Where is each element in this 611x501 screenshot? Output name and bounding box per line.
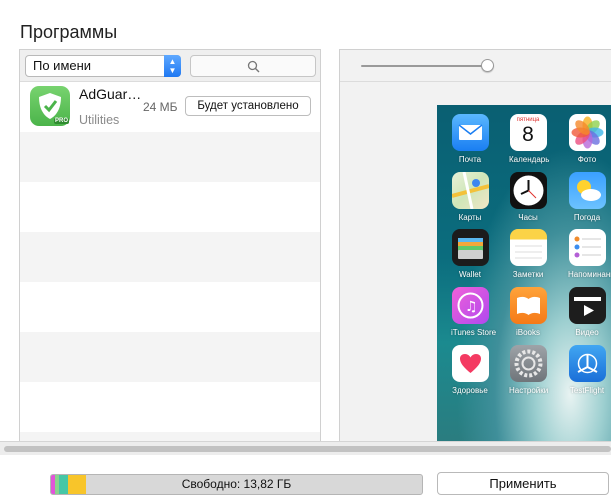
app-size: 24 МБ xyxy=(143,100,178,114)
home-screen-preview-panel: Почта пятница 8 Календарь Фото Карты Час… xyxy=(339,49,611,441)
svg-text:♫: ♫ xyxy=(465,299,478,315)
home-app-notes[interactable]: Заметки xyxy=(509,229,547,279)
weather-icon xyxy=(568,172,606,209)
home-app-label: Погода xyxy=(573,213,601,222)
home-app-label: TestFlight xyxy=(569,386,605,395)
search-icon xyxy=(247,60,260,73)
home-app-label: Настройки xyxy=(509,386,549,395)
ibooks-icon xyxy=(509,287,547,324)
preview-toolbar xyxy=(340,50,611,82)
reminders-icon xyxy=(568,229,606,266)
list-row xyxy=(20,432,320,441)
health-icon xyxy=(451,345,489,382)
itunes-icon: ♫ xyxy=(451,287,489,324)
install-status-button[interactable]: Будет установлено xyxy=(185,96,311,116)
clock-icon xyxy=(509,172,547,209)
apps-toolbar: По имени ▲ ▼ xyxy=(20,50,320,82)
up-down-arrows-icon: ▲ ▼ xyxy=(164,55,181,77)
home-app-ibooks[interactable]: iBooks xyxy=(509,287,547,337)
wallet-icon xyxy=(451,229,489,266)
horizontal-scrollbar[interactable] xyxy=(0,441,611,455)
home-app-label: Календарь xyxy=(509,155,550,164)
storage-usage-bar: Свободно: 13,82 ГБ xyxy=(50,474,423,495)
home-app-maps[interactable]: Карты xyxy=(451,172,489,222)
zoom-slider-track[interactable] xyxy=(361,65,494,67)
home-app-label: Здоровье xyxy=(452,386,488,395)
video-icon xyxy=(568,287,606,324)
calendar-icon: пятница 8 xyxy=(509,114,547,151)
home-app-label: Фото xyxy=(577,155,597,164)
list-row xyxy=(20,382,320,432)
home-app-wallet[interactable]: Wallet xyxy=(451,229,489,279)
adguard-shield-icon: PRO xyxy=(30,86,70,126)
scrollbar-thumb[interactable] xyxy=(4,446,611,452)
sort-select-value: По имени xyxy=(33,58,92,73)
home-app-health[interactable]: Здоровье xyxy=(451,345,489,395)
home-app-label: Часы xyxy=(518,213,538,222)
calendar-day: 8 xyxy=(522,123,534,146)
home-app-photos[interactable]: Фото xyxy=(568,114,606,164)
list-row xyxy=(20,132,320,182)
maps-icon xyxy=(451,172,489,209)
home-app-label: iTunes Store xyxy=(451,328,497,337)
home-app-weather[interactable]: Погода xyxy=(568,172,606,222)
list-row xyxy=(20,332,320,382)
list-row xyxy=(20,232,320,282)
home-app-settings[interactable]: Настройки xyxy=(509,345,549,395)
page-title: Программы xyxy=(20,22,118,42)
storage-free-label: Свободно: 13,82 ГБ xyxy=(181,477,292,491)
home-app-calendar[interactable]: пятница 8 Календарь xyxy=(509,114,550,164)
testflight-icon xyxy=(568,345,606,382)
app-row-adguard[interactable]: PRO AdGuar… Utilities 24 МБ Будет устано… xyxy=(20,82,320,132)
sort-select[interactable]: По имени ▲ ▼ xyxy=(25,55,181,77)
home-app-reminders[interactable]: Напоминания xyxy=(568,229,611,279)
list-row xyxy=(20,282,320,332)
home-app-testflight[interactable]: TestFlight xyxy=(568,345,606,395)
home-app-label: Wallet xyxy=(459,270,481,279)
home-app-itunes[interactable]: ♫ iTunes Store xyxy=(451,287,497,337)
home-app-label: Напоминания xyxy=(568,270,611,279)
app-name: AdGuar… xyxy=(79,86,142,102)
home-app-video[interactable]: Видео xyxy=(568,287,606,337)
home-app-label: Почта xyxy=(458,155,482,164)
home-app-label: Видео xyxy=(575,328,599,337)
app-category: Utilities xyxy=(79,113,120,127)
home-app-label: iBooks xyxy=(515,328,540,337)
zoom-slider-thumb[interactable] xyxy=(481,59,494,72)
apply-button[interactable]: Применить xyxy=(437,472,609,495)
mail-icon xyxy=(451,114,489,151)
phone-home-screen: Почта пятница 8 Календарь Фото Карты Час… xyxy=(437,105,611,441)
home-app-mail[interactable]: Почта xyxy=(451,114,489,164)
pro-badge: PRO xyxy=(53,118,69,124)
home-app-label: Заметки xyxy=(512,270,544,279)
settings-icon xyxy=(509,345,547,382)
photos-icon xyxy=(568,114,606,151)
list-row xyxy=(20,182,320,232)
apps-list-panel: По имени ▲ ▼ PRO AdGuar… Utilities 24 МБ… xyxy=(19,49,321,441)
notes-icon xyxy=(509,229,547,266)
home-app-clock[interactable]: Часы xyxy=(509,172,547,222)
search-button[interactable] xyxy=(190,55,316,77)
app-list-rows xyxy=(20,82,320,441)
home-app-label: Карты xyxy=(458,213,482,222)
